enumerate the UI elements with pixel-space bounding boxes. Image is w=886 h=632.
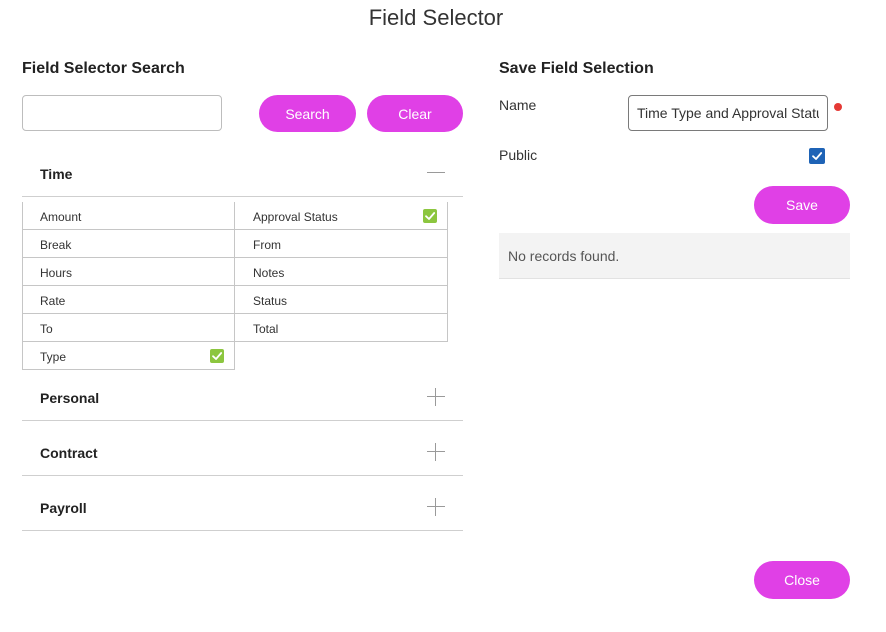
public-checkbox[interactable] (809, 148, 825, 164)
name-label: Name (499, 97, 537, 113)
clear-button[interactable]: Clear (367, 95, 463, 132)
expand-icon[interactable] (427, 443, 445, 461)
saved-selections-list: No records found. (499, 233, 850, 279)
expand-icon[interactable] (427, 498, 445, 516)
field-item-type[interactable]: Type (22, 342, 235, 370)
search-button[interactable]: Search (259, 95, 356, 132)
close-button[interactable]: Close (754, 561, 850, 599)
group-title: Payroll (40, 500, 87, 516)
field-label: Hours (40, 266, 73, 280)
required-indicator-icon (834, 103, 842, 111)
dialog-title: Field Selector (368, 5, 504, 30)
field-label: Break (40, 238, 72, 252)
save-button[interactable]: Save (754, 186, 850, 224)
field-label: Total (253, 322, 279, 336)
expand-icon[interactable] (427, 388, 445, 406)
field-label: From (253, 238, 281, 252)
group-header-contract[interactable]: Contract (22, 430, 463, 476)
group-title: Personal (40, 390, 100, 406)
search-input[interactable] (22, 95, 222, 131)
field-item-from[interactable]: From (235, 230, 448, 258)
group-header-payroll[interactable]: Payroll (22, 485, 463, 531)
field-item-amount[interactable]: Amount (22, 202, 235, 230)
field-label: Approval Status (253, 210, 338, 224)
field-selector-search-heading: Field Selector Search (22, 60, 185, 77)
field-item-rate[interactable]: Rate (22, 286, 235, 314)
field-item-break[interactable]: Break (22, 230, 235, 258)
group-header-time[interactable]: Time (22, 151, 463, 197)
public-label: Public (499, 147, 538, 163)
field-label: Type (40, 350, 67, 364)
field-item-hours[interactable]: Hours (22, 258, 235, 286)
save-field-selection-heading: Save Field Selection (499, 60, 654, 77)
field-item-total[interactable]: Total (235, 314, 448, 342)
empty-message: No records found. (508, 248, 620, 264)
field-label: Notes (253, 266, 285, 280)
field-label: To (40, 322, 53, 336)
field-label: Rate (40, 294, 66, 308)
checkmark-icon[interactable] (210, 349, 224, 363)
name-input[interactable] (628, 95, 828, 131)
field-item-status[interactable]: Status (235, 286, 448, 314)
collapse-icon[interactable] (427, 164, 445, 182)
field-item-to[interactable]: To (22, 314, 235, 342)
field-label: Amount (40, 210, 82, 224)
field-label: Status (253, 294, 288, 308)
field-item-approval-status[interactable]: Approval Status (235, 202, 448, 230)
group-title: Contract (40, 445, 98, 461)
field-item-notes[interactable]: Notes (235, 258, 448, 286)
checkmark-icon[interactable] (423, 209, 437, 223)
group-title: Time (40, 166, 73, 182)
group-header-personal[interactable]: Personal (22, 375, 463, 421)
